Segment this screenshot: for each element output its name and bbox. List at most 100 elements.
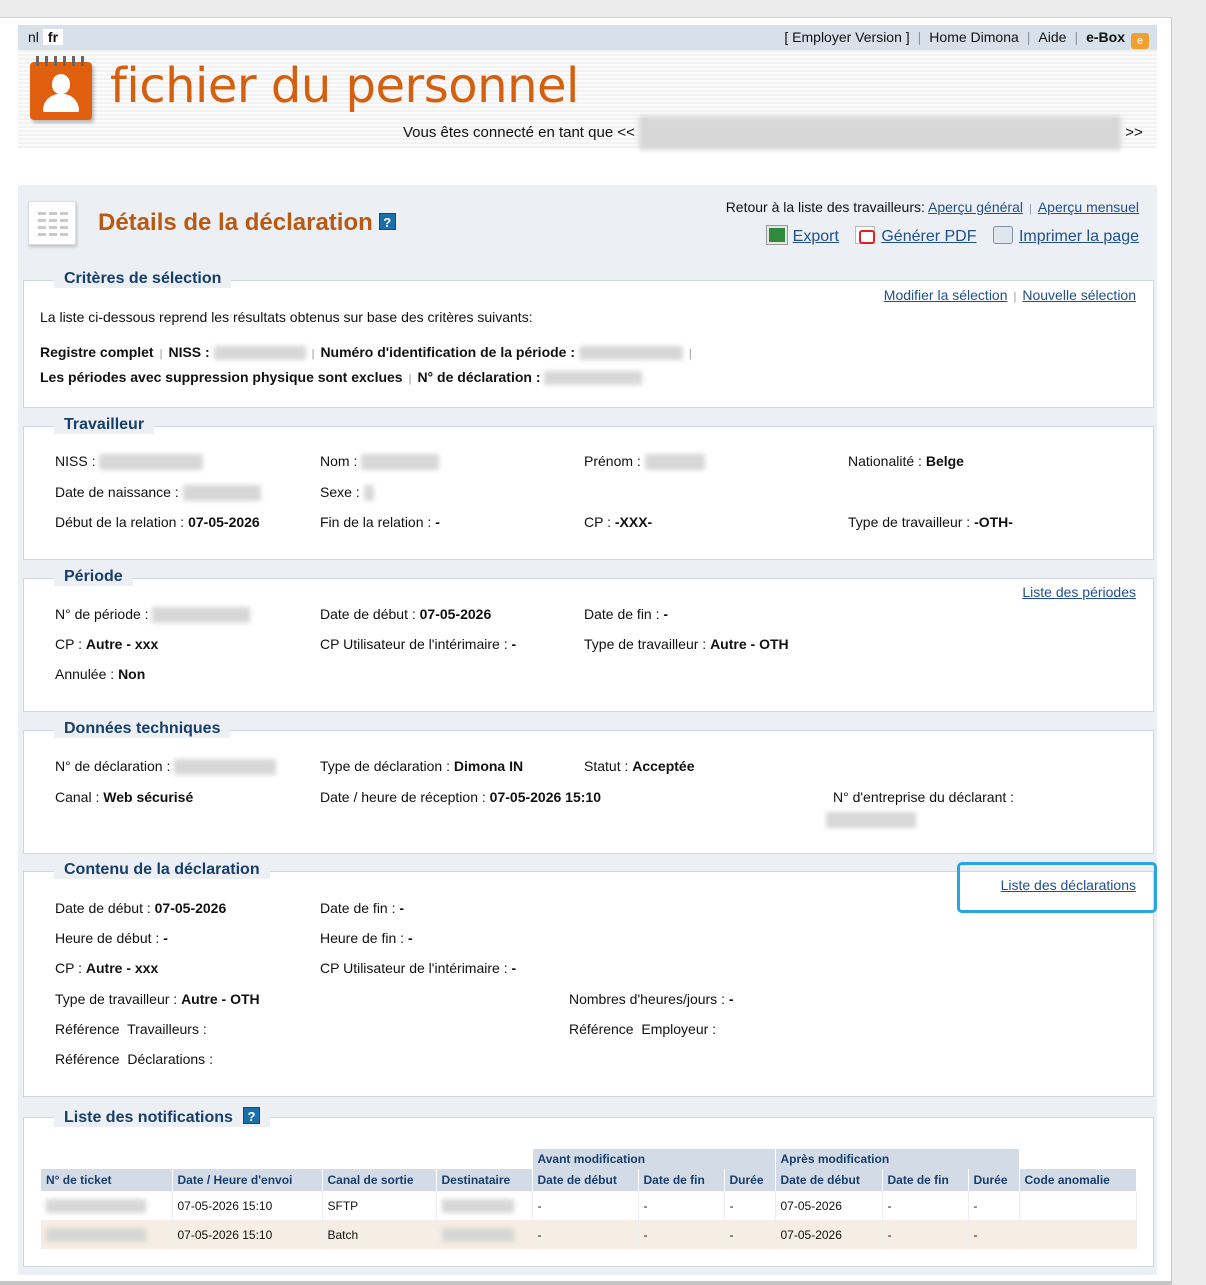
printer-icon xyxy=(992,226,1013,244)
destinataire-cell xyxy=(436,1220,533,1249)
content-hfin: Heure de fin : - xyxy=(320,930,413,946)
ticket-cell xyxy=(41,1220,173,1249)
worker-sexe: Sexe : xyxy=(320,484,374,502)
criteria-line-1: Registre complet | NISS : | Numéro d'identi… xyxy=(40,344,698,361)
col-canal[interactable]: Canal de sortie xyxy=(322,1169,437,1191)
top-links: [ Employer Version ] | Home Dimona | Aide | e-… xyxy=(784,29,1149,49)
worker-cp: CP : -XXX- xyxy=(584,514,653,530)
ebox-link[interactable]: e-Box xyxy=(1086,29,1125,45)
connected-as: Vous êtes connecté en tant que << >> xyxy=(403,116,1143,150)
content-ref-trav: Référence Travailleurs : xyxy=(55,1021,207,1037)
notifications-section: Liste des notifications? Avant modificat… xyxy=(23,1107,1154,1267)
worker-naissance: Date de naissance : xyxy=(55,484,261,502)
section-title: Liste des notifications? xyxy=(54,1107,270,1127)
pdf-button[interactable]: Générer PDF xyxy=(855,226,977,245)
redacted-niss xyxy=(213,346,306,361)
col-destinataire[interactable]: Destinataire xyxy=(436,1169,533,1191)
col-code-anomalie[interactable]: Code anomalie xyxy=(1019,1169,1137,1191)
separator: | xyxy=(917,29,922,45)
content-cp: CP : Autre - xxx xyxy=(55,960,159,976)
redacted-value xyxy=(174,759,277,776)
help-icon[interactable]: ? xyxy=(378,213,396,230)
redacted-value xyxy=(152,607,251,624)
ebox-icon[interactable]: e xyxy=(1131,33,1149,49)
period-fin: Date de fin : - xyxy=(584,606,669,622)
code-cell xyxy=(1019,1191,1137,1220)
print-button[interactable]: Imprimer la page xyxy=(992,226,1139,245)
content-fin: Date de fin : - xyxy=(320,900,405,916)
content-cpu: CP Utilisateur de l'intérimaire : - xyxy=(320,960,517,976)
modify-selection-link[interactable]: Modifier la sélection xyxy=(884,287,1008,303)
help-icon[interactable]: ? xyxy=(242,1107,260,1124)
group-spacer xyxy=(1019,1149,1137,1169)
apercu-mensuel-link[interactable]: Aperçu mensuel xyxy=(1038,199,1139,215)
liste-periodes-link[interactable]: Liste des périodes xyxy=(1022,584,1136,600)
page-tools: Export Générer PDF Imprimer la page xyxy=(755,226,1139,246)
destinataire-cell xyxy=(436,1191,533,1220)
col-avant-fin[interactable]: Date de fin xyxy=(638,1169,725,1191)
export-button[interactable]: Export xyxy=(766,226,839,245)
section-title: Données techniques xyxy=(54,720,231,738)
avant-duree-cell: - xyxy=(724,1191,776,1220)
group-spacer xyxy=(41,1149,533,1169)
col-date-envoi[interactable]: Date / Heure d'envoi xyxy=(172,1169,323,1191)
separator: | xyxy=(1026,29,1031,45)
home-dimona-link[interactable]: Home Dimona xyxy=(929,29,1018,45)
browser-top-strip xyxy=(0,0,1172,18)
print-link[interactable]: Imprimer la page xyxy=(1019,228,1139,245)
date-cell: 07-05-2026 15:10 xyxy=(172,1191,323,1220)
col-avant-duree[interactable]: Durée xyxy=(724,1169,776,1191)
aide-link[interactable]: Aide xyxy=(1038,29,1066,45)
redacted-value xyxy=(361,454,440,471)
tech-reception: Date / heure de réception : 07-05-2026 1… xyxy=(320,789,601,805)
worker-type: Type de travailleur : -OTH- xyxy=(848,514,1013,530)
content-heures: Nombres d'heures/jours : - xyxy=(569,991,734,1007)
connected-suffix: >> xyxy=(1125,123,1143,141)
avant-fin-cell: - xyxy=(638,1220,725,1249)
lang-nl-link[interactable]: nl xyxy=(24,29,43,45)
separator: | xyxy=(159,348,163,360)
lang-fr-link[interactable]: fr xyxy=(42,29,64,45)
tech-canal: Canal : Web sécurisé xyxy=(55,789,194,805)
excel-icon xyxy=(766,226,787,244)
apres-duree-cell: - xyxy=(968,1220,1020,1249)
avant-debut-cell: - xyxy=(532,1191,639,1220)
horizontal-scrollbar[interactable] xyxy=(0,1281,1172,1285)
worker-section: Travailleur NISS : Nom : Prénom : Nation… xyxy=(23,416,1154,560)
apres-fin-cell: - xyxy=(882,1220,969,1249)
col-ticket[interactable]: N° de ticket xyxy=(41,1169,173,1191)
section-title: Contenu de la déclaration xyxy=(54,861,270,879)
document-icon xyxy=(28,201,76,245)
col-apres-duree[interactable]: Durée xyxy=(968,1169,1020,1191)
period-debut: Date de début : 07-05-2026 xyxy=(320,606,492,622)
redacted-value xyxy=(46,1227,146,1242)
pdf-link[interactable]: Générer PDF xyxy=(881,228,976,245)
tech-entreprise: N° d'entreprise du déclarant : xyxy=(833,789,1015,805)
export-link[interactable]: Export xyxy=(793,228,839,245)
table-row[interactable]: 07-05-2026 15:10 SFTP - - - 07-05-2026 -… xyxy=(41,1191,1137,1220)
redacted-decl-number xyxy=(544,371,643,386)
worker-nationalite: Nationalité : Belge xyxy=(848,453,964,469)
page-title-text: Détails de la déclaration xyxy=(98,209,373,236)
separator: | xyxy=(408,373,412,385)
separator: | xyxy=(1074,29,1079,45)
col-apres-fin[interactable]: Date de fin xyxy=(882,1169,969,1191)
separator: | xyxy=(1013,291,1017,303)
col-apres-debut[interactable]: Date de début xyxy=(775,1169,883,1191)
redacted-period-id xyxy=(578,346,683,361)
apres-duree-cell: - xyxy=(968,1191,1020,1220)
col-avant-debut[interactable]: Date de début xyxy=(532,1169,639,1191)
personnel-folder-icon xyxy=(30,56,92,120)
apres-fin-cell: - xyxy=(882,1191,969,1220)
separator: | xyxy=(1028,203,1032,215)
group-avant: Avant modification xyxy=(532,1149,776,1169)
employer-version-link[interactable]: [ Employer Version ] xyxy=(784,29,909,45)
num-decl-label: N° de déclaration : xyxy=(417,369,541,385)
new-selection-link[interactable]: Nouvelle sélection xyxy=(1022,287,1136,303)
apercu-general-link[interactable]: Aperçu général xyxy=(928,199,1023,215)
content-debut: Date de début : 07-05-2026 xyxy=(55,900,227,916)
content-hdebut: Heure de début : - xyxy=(55,930,168,946)
exclus-label: Les périodes avec suppression physique s… xyxy=(40,369,403,385)
content-ref-decl: Référence Déclarations : xyxy=(55,1051,213,1067)
table-row[interactable]: 07-05-2026 15:10 Batch - - - 07-05-2026 … xyxy=(41,1220,1137,1249)
